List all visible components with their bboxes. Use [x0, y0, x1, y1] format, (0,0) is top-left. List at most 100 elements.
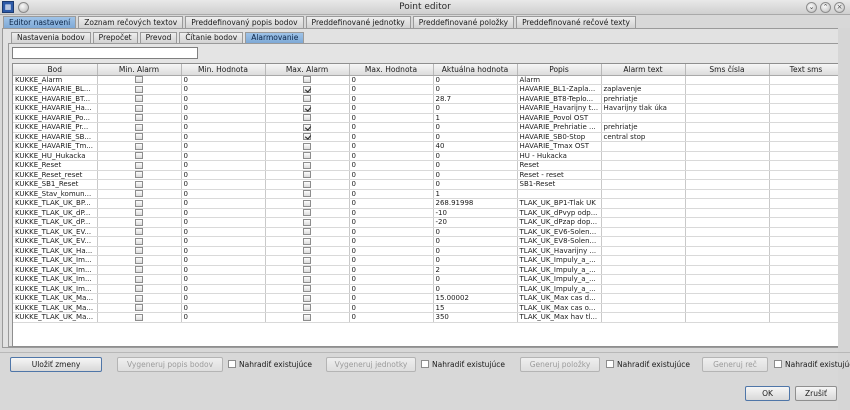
cell-max-hodnota[interactable]: 0 [349, 227, 434, 237]
cell-text-sms[interactable] [769, 170, 841, 180]
min-alarm-cell[interactable] [97, 227, 182, 237]
cell-alarm-text[interactable] [601, 198, 686, 209]
cell-aktualna[interactable]: -20 [433, 217, 518, 228]
cell-alarm-text[interactable]: central stop [601, 132, 686, 142]
max-alarm-cell[interactable] [265, 151, 350, 161]
cell-alarm-text[interactable]: Havarijny tlak úka [601, 103, 686, 114]
max-alarm-cell[interactable] [265, 103, 350, 114]
min-alarm-checkbox[interactable] [135, 275, 143, 283]
cell-bod[interactable]: KUKKE_TLAK_UK_EV... [13, 236, 98, 247]
cell-alarm-text[interactable] [601, 255, 686, 266]
cell-alarm-text[interactable] [601, 179, 686, 190]
tab-preddefinovane-polozky[interactable]: Preddefinované položky [412, 16, 515, 28]
cell-sms[interactable] [685, 103, 770, 114]
cell-bod[interactable]: KUKKE_TLAK_UK_Im... [13, 274, 98, 285]
cell-min-hodnota[interactable]: 0 [181, 246, 266, 256]
subtab-citanie-bodov[interactable]: Čítanie bodov [179, 32, 244, 43]
cell-sms[interactable] [685, 170, 770, 180]
replace-existing-units-checkbox[interactable]: Nahradiť existujúce [421, 359, 505, 371]
cell-min-hodnota[interactable]: 0 [181, 122, 266, 133]
table-row[interactable]: KUKKE_HAVARIE_Ha... 0 0 0 HAVARIE_Havarijny … [13, 103, 841, 114]
max-alarm-checkbox[interactable] [303, 123, 311, 131]
cell-max-hodnota[interactable]: 0 [349, 198, 434, 209]
cell-popis[interactable]: TLAK_UK_Impuly_a_... [517, 255, 602, 266]
cell-popis[interactable]: HAVARIE_Povol OST [517, 113, 602, 123]
cell-aktualna[interactable]: 28.7 [433, 94, 518, 104]
cell-text-sms[interactable] [769, 122, 841, 133]
max-alarm-cell[interactable] [265, 75, 350, 85]
min-alarm-checkbox[interactable] [135, 104, 143, 112]
min-alarm-checkbox[interactable] [135, 142, 143, 150]
generate-items-button[interactable]: Generuj položky [520, 357, 600, 372]
cell-alarm-text[interactable] [601, 208, 686, 218]
min-alarm-cell[interactable] [97, 141, 182, 152]
min-alarm-cell[interactable] [97, 265, 182, 275]
cell-sms[interactable] [685, 303, 770, 313]
min-alarm-cell[interactable] [97, 303, 182, 313]
generate-point-descriptions-button[interactable]: Vygeneruj popis bodov [117, 357, 223, 372]
cell-min-hodnota[interactable]: 0 [181, 113, 266, 123]
min-alarm-cell[interactable] [97, 132, 182, 142]
max-alarm-checkbox[interactable] [303, 114, 311, 122]
cell-sms[interactable] [685, 236, 770, 247]
cell-sms[interactable] [685, 198, 770, 209]
max-alarm-checkbox[interactable] [303, 266, 311, 274]
filter-input[interactable] [12, 47, 198, 59]
max-alarm-cell[interactable] [265, 274, 350, 285]
max-alarm-cell[interactable] [265, 94, 350, 104]
cell-sms[interactable] [685, 122, 770, 133]
table-row[interactable]: KUKKE_TLAK_UK_dP... 0 0 -20 TLAK_UK_dPzap do… [13, 217, 841, 228]
checkbox-box[interactable] [774, 360, 782, 368]
min-alarm-cell[interactable] [97, 160, 182, 171]
table-row[interactable]: KUKKE_TLAK_UK_Im... 0 0 0 TLAK_UK_Impuly_a_.… [13, 284, 841, 294]
max-alarm-cell[interactable] [265, 113, 350, 123]
cell-max-hodnota[interactable]: 0 [349, 160, 434, 171]
cell-sms[interactable] [685, 84, 770, 95]
max-alarm-checkbox[interactable] [303, 228, 311, 236]
max-alarm-cell[interactable] [265, 189, 350, 199]
min-alarm-checkbox[interactable] [135, 209, 143, 217]
max-alarm-cell[interactable] [265, 236, 350, 247]
min-alarm-checkbox[interactable] [135, 266, 143, 274]
cell-aktualna[interactable]: 0 [433, 160, 518, 171]
cell-text-sms[interactable] [769, 274, 841, 285]
min-alarm-checkbox[interactable] [135, 133, 143, 141]
cell-max-hodnota[interactable]: 0 [349, 84, 434, 95]
column-header[interactable]: Min. Alarm [97, 64, 182, 76]
max-alarm-checkbox[interactable] [303, 209, 311, 217]
cell-sms[interactable] [685, 293, 770, 304]
cell-bod[interactable]: KUKKE_TLAK_UK_Ha... [13, 246, 98, 256]
cell-max-hodnota[interactable]: 0 [349, 208, 434, 218]
tab-preddefinovane-jednotky[interactable]: Preddefinované jednotky [305, 16, 411, 28]
max-alarm-cell[interactable] [265, 255, 350, 266]
cell-alarm-text[interactable] [601, 236, 686, 247]
cell-min-hodnota[interactable]: 0 [181, 151, 266, 161]
cell-max-hodnota[interactable]: 0 [349, 265, 434, 275]
cell-popis[interactable]: TLAK_UK_BP1-Tlak UK [517, 198, 602, 209]
checkbox-box[interactable] [228, 360, 236, 368]
min-alarm-checkbox[interactable] [135, 180, 143, 188]
cell-max-hodnota[interactable]: 0 [349, 141, 434, 152]
cell-bod[interactable]: KUKKE_TLAK_UK_Ma... [13, 312, 98, 323]
min-alarm-checkbox[interactable] [135, 199, 143, 207]
cell-min-hodnota[interactable]: 0 [181, 189, 266, 199]
cell-alarm-text[interactable] [601, 75, 686, 85]
table-row[interactable]: KUKKE_Reset 0 0 0 Reset [13, 160, 841, 171]
max-alarm-cell[interactable] [265, 312, 350, 323]
cell-max-hodnota[interactable]: 0 [349, 312, 434, 323]
min-alarm-cell[interactable] [97, 274, 182, 285]
max-alarm-cell[interactable] [265, 284, 350, 294]
max-alarm-checkbox[interactable] [303, 294, 311, 302]
cell-sms[interactable] [685, 132, 770, 142]
cell-bod[interactable]: KUKKE_TLAK_UK_Im... [13, 284, 98, 294]
min-alarm-checkbox[interactable] [135, 304, 143, 312]
cell-aktualna[interactable]: 1 [433, 189, 518, 199]
cell-min-hodnota[interactable]: 0 [181, 265, 266, 275]
cell-text-sms[interactable] [769, 293, 841, 304]
table-row[interactable]: KUKKE_HAVARIE_Pr... 0 0 0 HAVARIE_Prehriatie… [13, 122, 841, 133]
table-row[interactable]: KUKKE_SB1_Reset 0 0 0 SB1-Reset [13, 179, 841, 190]
cell-text-sms[interactable] [769, 179, 841, 190]
min-alarm-checkbox[interactable] [135, 285, 143, 293]
subtab-prepocet[interactable]: Prepočet [92, 32, 138, 43]
min-alarm-cell[interactable] [97, 284, 182, 294]
